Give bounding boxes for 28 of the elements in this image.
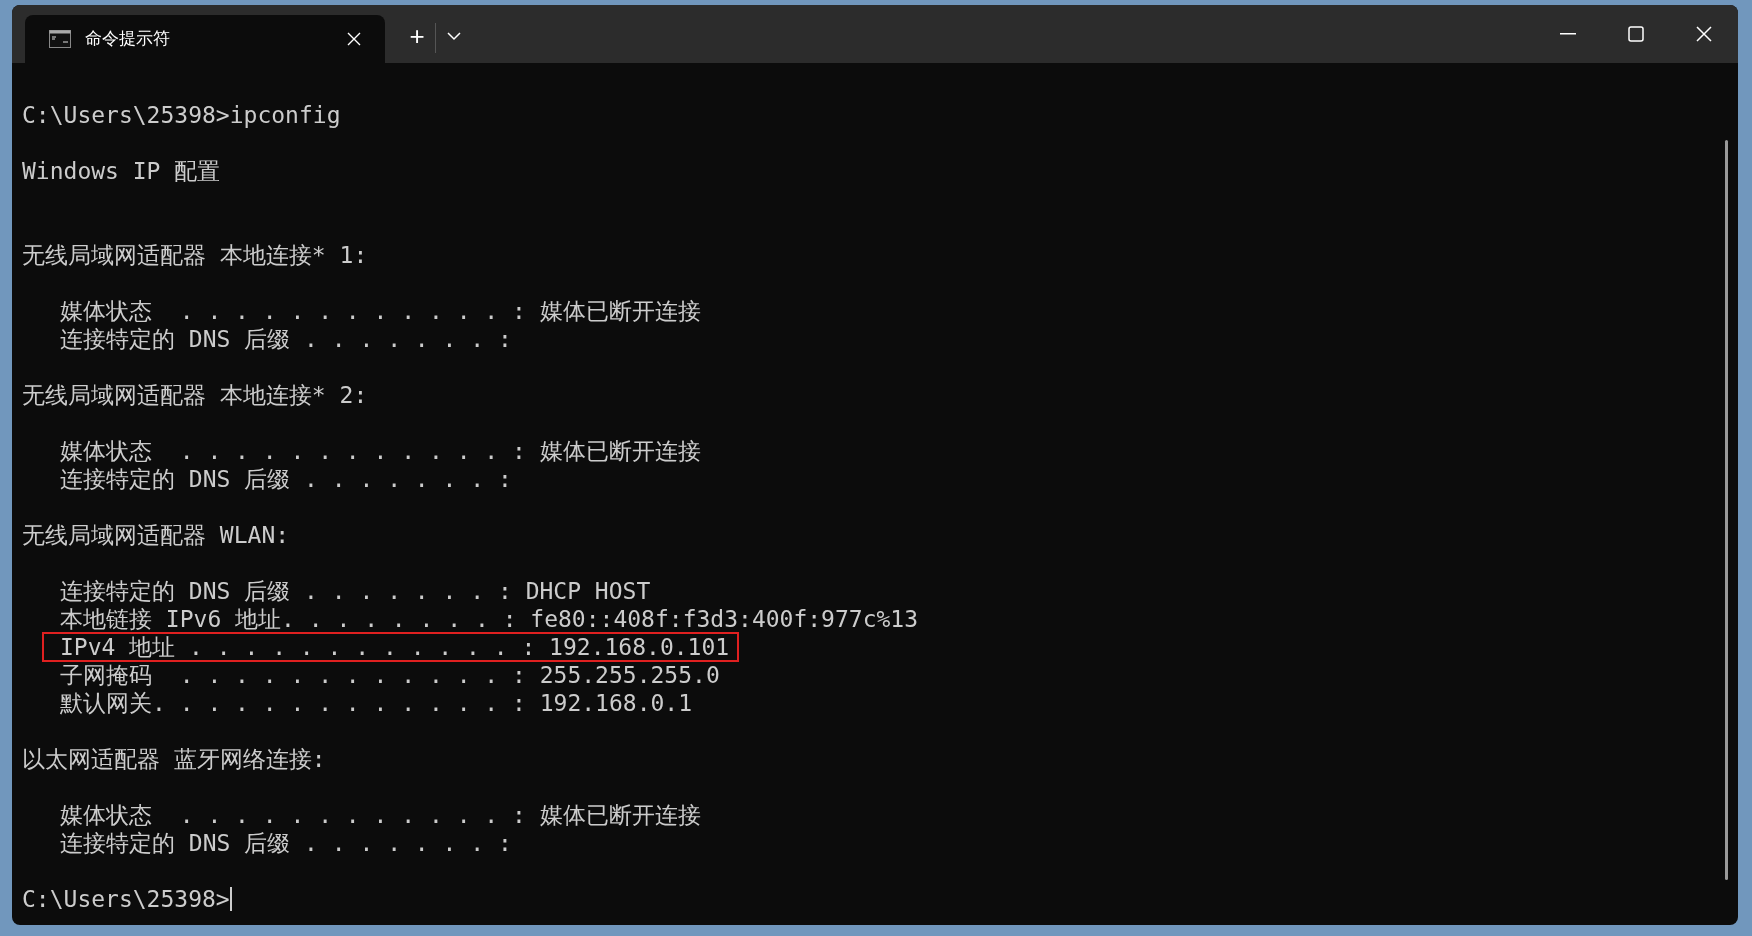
- output-line: 媒体状态 . . . . . . . . . . . . : 媒体已断开连接: [60, 801, 701, 829]
- close-tab-icon[interactable]: [347, 32, 361, 46]
- text-cursor: [229, 887, 232, 911]
- prompt-line: C:\Users\25398>: [22, 885, 230, 913]
- output-line: 媒体状态 . . . . . . . . . . . . : 媒体已断开连接: [60, 437, 701, 465]
- output-line: 媒体状态 . . . . . . . . . . . . : 媒体已断开连接: [60, 297, 701, 325]
- adapter-heading: 以太网适配器 蓝牙网络连接:: [22, 745, 326, 773]
- output-title: Windows IP 配置: [22, 157, 221, 185]
- chevron-down-icon: [447, 31, 461, 41]
- output-line: IPv4 地址 . . . . . . . . . . . . : 192.168.0.101: [60, 633, 730, 661]
- maximize-icon: [1628, 26, 1644, 42]
- command-line: C:\Users\25398>ipconfig: [22, 101, 341, 129]
- adapter-heading: 无线局域网适配器 WLAN:: [22, 521, 290, 549]
- adapter-heading: 无线局域网适配器 本地连接* 2:: [22, 381, 368, 409]
- terminal-icon: [49, 30, 71, 48]
- output-line: 连接特定的 DNS 后缀 . . . . . . . :: [60, 325, 512, 353]
- output-line: 连接特定的 DNS 后缀 . . . . . . . :: [60, 465, 512, 493]
- output-line: 子网掩码 . . . . . . . . . . . . : 255.255.255.0: [60, 661, 720, 689]
- scrollbar[interactable]: [1725, 140, 1728, 880]
- close-icon: [1696, 26, 1712, 42]
- output-line: 连接特定的 DNS 后缀 . . . . . . . :: [60, 829, 512, 857]
- output-line: 连接特定的 DNS 后缀 . . . . . . . : DHCP HOST: [60, 577, 651, 605]
- terminal-tab[interactable]: 命令提示符: [25, 15, 385, 63]
- adapter-heading: 无线局域网适配器 本地连接* 1:: [22, 241, 368, 269]
- output-line: 本地链接 IPv6 地址. . . . . . . . : fe80::408f:f3d3:400f:977c%13: [60, 605, 919, 633]
- minimize-icon: [1560, 33, 1576, 35]
- output-line: 默认网关. . . . . . . . . . . . . : 192.168.0.1: [60, 689, 693, 717]
- new-tab-button[interactable]: +: [399, 19, 435, 53]
